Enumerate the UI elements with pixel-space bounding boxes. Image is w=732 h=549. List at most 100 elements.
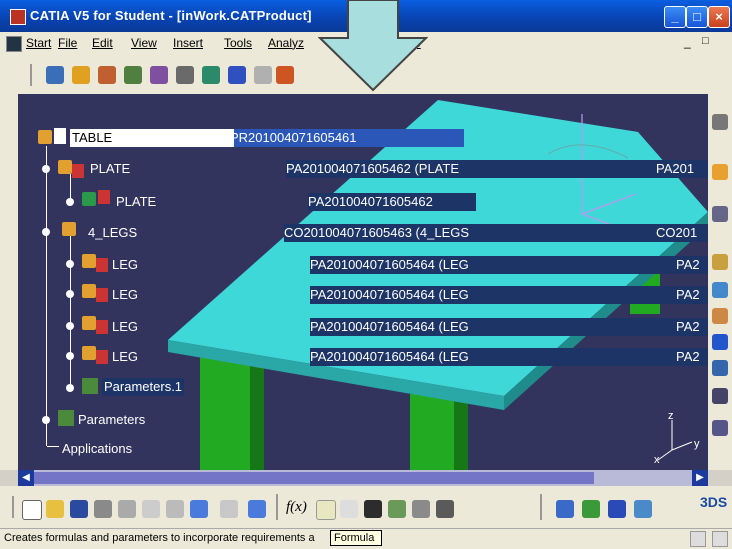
tree-node-name[interactable]: PLATE <box>116 193 296 211</box>
toolbar-handle[interactable] <box>12 496 14 518</box>
save-icon[interactable] <box>70 500 88 518</box>
rotate-icon[interactable] <box>634 500 652 518</box>
tree-node-name[interactable]: LEG <box>112 256 138 274</box>
replace-icon[interactable] <box>712 334 728 350</box>
existing-component-icon[interactable] <box>712 308 728 324</box>
scroll-left-arrow[interactable]: ◀ <box>18 470 34 486</box>
copy-icon[interactable] <box>142 500 160 518</box>
print-icon[interactable] <box>94 500 112 518</box>
expand-toggle[interactable] <box>66 352 74 360</box>
menu-tools[interactable]: Tools <box>224 36 252 50</box>
whats-this-icon[interactable] <box>248 500 266 518</box>
constraint-icon[interactable] <box>124 66 142 84</box>
catia-menu-icon[interactable] <box>6 36 22 52</box>
product-icon <box>58 160 72 174</box>
expand-toggle[interactable] <box>66 290 74 298</box>
table-icon[interactable] <box>364 500 382 518</box>
flex-icon[interactable] <box>228 66 246 84</box>
tree-node-part-number[interactable]: PA201004071605464 (LEG PA2 <box>310 348 708 366</box>
tree-node-name[interactable]: LEG <box>112 318 138 336</box>
menu-file[interactable]: File <box>58 36 77 50</box>
open-icon[interactable] <box>46 500 64 518</box>
expand-toggle[interactable] <box>66 198 74 206</box>
doc-restore-button[interactable]: □ <box>702 35 709 47</box>
tree-node-name[interactable]: Parameters <box>78 411 145 429</box>
status-button[interactable] <box>690 531 706 547</box>
expand-toggle[interactable] <box>66 384 74 392</box>
comment-icon[interactable] <box>316 500 336 520</box>
bill-of-material-icon[interactable] <box>712 420 728 436</box>
tree-node-part-number[interactable]: PA201004071605464 (LEG PA2 <box>310 318 708 336</box>
assembly-icon[interactable] <box>72 66 90 84</box>
fly-icon[interactable] <box>556 500 574 518</box>
tree-node-name[interactable]: LEG <box>112 348 138 366</box>
scrollbar-thumb[interactable] <box>34 472 594 484</box>
parameters-icon <box>58 410 74 426</box>
reorder-icon[interactable] <box>254 66 272 84</box>
part-number-tail: PA2 <box>676 319 700 334</box>
tree-node-name[interactable]: Parameters.1 <box>102 378 185 396</box>
knowledge-icon[interactable] <box>340 500 358 518</box>
horizontal-scrollbar[interactable]: ◀ ▶ <box>18 470 708 486</box>
undo-icon[interactable] <box>190 500 208 518</box>
tree-node-part-number[interactable]: PA201004071605462 (PLATE PA201 <box>286 160 708 178</box>
tree-node-part-number[interactable]: PA201004071605462 <box>308 193 476 211</box>
doc-minimize-button[interactable]: _ <box>684 35 691 49</box>
part-icon <box>72 164 84 178</box>
status-button-2[interactable] <box>712 531 728 547</box>
product-icon <box>62 222 76 236</box>
tree-node-name[interactable]: Applications <box>62 440 132 458</box>
close-button[interactable]: × <box>708 6 730 28</box>
maximize-button[interactable]: □ <box>686 6 708 28</box>
axis-label-x: x <box>654 454 660 466</box>
multi-instance-icon[interactable] <box>276 66 294 84</box>
tree-node-part-number[interactable]: PA201004071605464 (LEG PA2 <box>310 256 708 274</box>
renumber-icon[interactable] <box>712 388 728 404</box>
sketch-icon[interactable] <box>46 66 64 84</box>
menu-analyze[interactable]: Analyz <box>268 36 304 50</box>
collapse-toggle[interactable] <box>42 228 50 236</box>
part-icon[interactable] <box>98 66 116 84</box>
expand-toggle[interactable] <box>66 260 74 268</box>
tree-node-name[interactable]: LEG <box>112 286 138 304</box>
tree-node-name-selected[interactable]: TABLE <box>70 129 234 147</box>
minimize-button[interactable]: _ <box>664 6 686 28</box>
paste-icon[interactable] <box>166 500 184 518</box>
expand-toggle[interactable] <box>66 322 74 330</box>
tree-node-name[interactable]: 4_LEGS <box>88 224 137 242</box>
tree-connector <box>70 234 71 384</box>
cut-icon[interactable] <box>118 500 136 518</box>
menu-edit[interactable]: Edit <box>92 36 113 50</box>
insert-product-icon[interactable] <box>712 254 728 270</box>
paperclip-icon[interactable] <box>176 66 194 84</box>
tree-node-part-number[interactable]: PR201004071605461 <box>230 129 464 147</box>
graph-tree-icon[interactable] <box>712 360 728 376</box>
menu-view[interactable]: View <box>131 36 157 50</box>
gear-icon[interactable] <box>712 114 728 130</box>
menu-start[interactable]: Start <box>26 36 51 50</box>
part-number-label: PA201004071605464 (LEG <box>310 257 469 272</box>
tree-node-part-number[interactable]: CO201004071605463 (4_LEGS CO201 <box>284 224 708 242</box>
new-icon[interactable] <box>22 500 42 520</box>
menu-insert[interactable]: Insert <box>173 36 203 50</box>
3d-viewport[interactable]: TABLE PR201004071605461 PLATE PA20100407… <box>18 94 708 470</box>
law-icon[interactable] <box>436 500 454 518</box>
anchor-icon[interactable] <box>150 66 168 84</box>
formula-icon[interactable]: f(x) <box>286 499 307 516</box>
toolbar-handle[interactable] <box>30 64 32 86</box>
command-input[interactable]: Formula <box>330 530 382 546</box>
clash-icon[interactable] <box>202 66 220 84</box>
select-icon[interactable] <box>712 164 728 180</box>
tree-node-part-number[interactable]: PA201004071605464 (LEG PA2 <box>310 286 708 304</box>
collapse-toggle[interactable] <box>42 165 50 173</box>
redo-icon[interactable] <box>220 500 238 518</box>
equation-icon[interactable] <box>388 500 406 518</box>
tree-node-name[interactable]: PLATE <box>90 160 300 178</box>
pan-icon[interactable] <box>608 500 626 518</box>
lock-icon[interactable] <box>412 500 430 518</box>
component-icon[interactable] <box>712 206 728 222</box>
expand-toggle[interactable] <box>42 416 50 424</box>
scroll-right-arrow[interactable]: ▶ <box>692 470 708 486</box>
fit-all-icon[interactable] <box>582 500 600 518</box>
insert-part-icon[interactable] <box>712 282 728 298</box>
